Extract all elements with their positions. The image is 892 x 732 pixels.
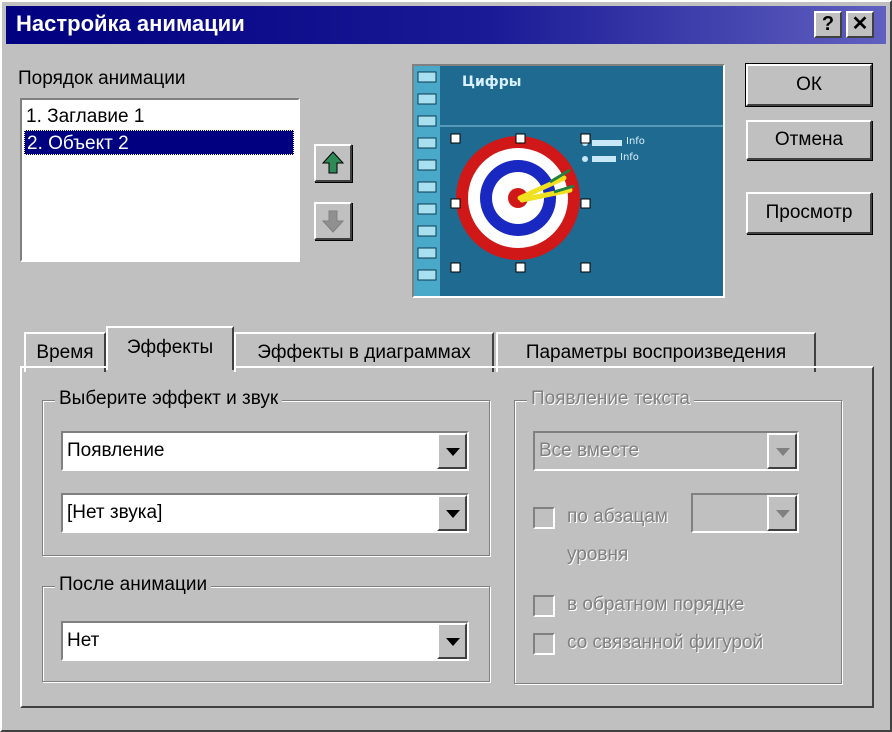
effect-sound-group-label: Выберите эффект и звук: [55, 388, 283, 410]
list-item-selected[interactable]: 2. Объект 2: [24, 130, 294, 155]
slide-bullet: Info: [626, 136, 645, 147]
by-paragraph-label: по абзацам: [567, 506, 668, 527]
tab-panel-effects: Выберите эффект и звук Появление [Нет зв…: [20, 366, 874, 708]
close-button[interactable]: ✕: [846, 11, 874, 38]
slide-bullet: Info: [620, 152, 639, 163]
after-animation-select[interactable]: Нет: [61, 621, 469, 661]
level-label: уровня: [567, 544, 629, 565]
cancel-button[interactable]: Отмена: [746, 120, 872, 160]
effect-select[interactable]: Появление: [61, 431, 469, 471]
after-animation-dropdown-button[interactable]: [437, 623, 467, 659]
text-appearance-group: Появление текста Все вместе по абзацам у…: [514, 388, 842, 684]
arrow-up-icon: [321, 151, 345, 174]
move-up-button[interactable]: [314, 144, 352, 182]
animation-order-list[interactable]: 1. Заглавие 1 2. Объект 2: [20, 98, 300, 262]
effect-select-value: Появление: [67, 440, 165, 461]
arrow-down-icon: [321, 210, 345, 233]
slide-preview-image: [414, 66, 723, 296]
move-down-button[interactable]: [314, 202, 352, 240]
chevron-down-icon: [446, 510, 460, 518]
window-title: Настройка анимации: [16, 11, 245, 36]
chevron-down-icon: [776, 448, 790, 456]
list-item[interactable]: 1. Заглавие 1: [24, 104, 296, 129]
preview-button[interactable]: Просмотр: [746, 192, 872, 234]
tab-effects[interactable]: Эффекты: [106, 326, 234, 370]
attached-shape-checkbox[interactable]: [533, 633, 555, 655]
sound-select-value: [Нет звука]: [67, 502, 163, 523]
sound-dropdown-button[interactable]: [437, 495, 467, 531]
slide-title: Цифры: [462, 74, 522, 90]
effect-dropdown-button[interactable]: [437, 433, 467, 469]
title-bar: Настройка анимации ? ✕: [6, 6, 886, 44]
after-animation-group: После анимации Нет: [42, 574, 490, 682]
reverse-order-label: в обратном порядке: [567, 594, 745, 615]
paragraph-level-dropdown-button[interactable]: [767, 495, 797, 531]
reverse-order-checkbox[interactable]: [533, 595, 555, 617]
slide-preview: Цифры Info Info: [412, 64, 725, 298]
effect-sound-group: Выберите эффект и звук Появление [Нет зв…: [42, 388, 490, 556]
custom-animation-dialog: Настройка анимации ? ✕ Порядок анимации …: [0, 0, 892, 732]
ok-button[interactable]: ОК: [745, 63, 873, 107]
animation-order-label: Порядок анимации: [18, 68, 186, 89]
sound-select[interactable]: [Нет звука]: [61, 493, 469, 533]
chevron-down-icon: [446, 638, 460, 646]
text-appearance-group-label: Появление текста: [527, 388, 694, 410]
after-animation-group-label: После анимации: [55, 574, 212, 596]
text-mode-select[interactable]: Все вместе: [533, 431, 799, 471]
chevron-down-icon: [446, 448, 460, 456]
help-button[interactable]: ?: [814, 11, 842, 38]
paragraph-level-select[interactable]: [691, 493, 799, 533]
chevron-down-icon: [776, 510, 790, 518]
text-mode-select-value: Все вместе: [539, 440, 640, 461]
attached-shape-label: со связанной фигурой: [567, 632, 764, 653]
text-mode-dropdown-button[interactable]: [767, 433, 797, 469]
after-animation-select-value: Нет: [67, 630, 100, 651]
by-paragraph-checkbox[interactable]: [533, 507, 555, 529]
